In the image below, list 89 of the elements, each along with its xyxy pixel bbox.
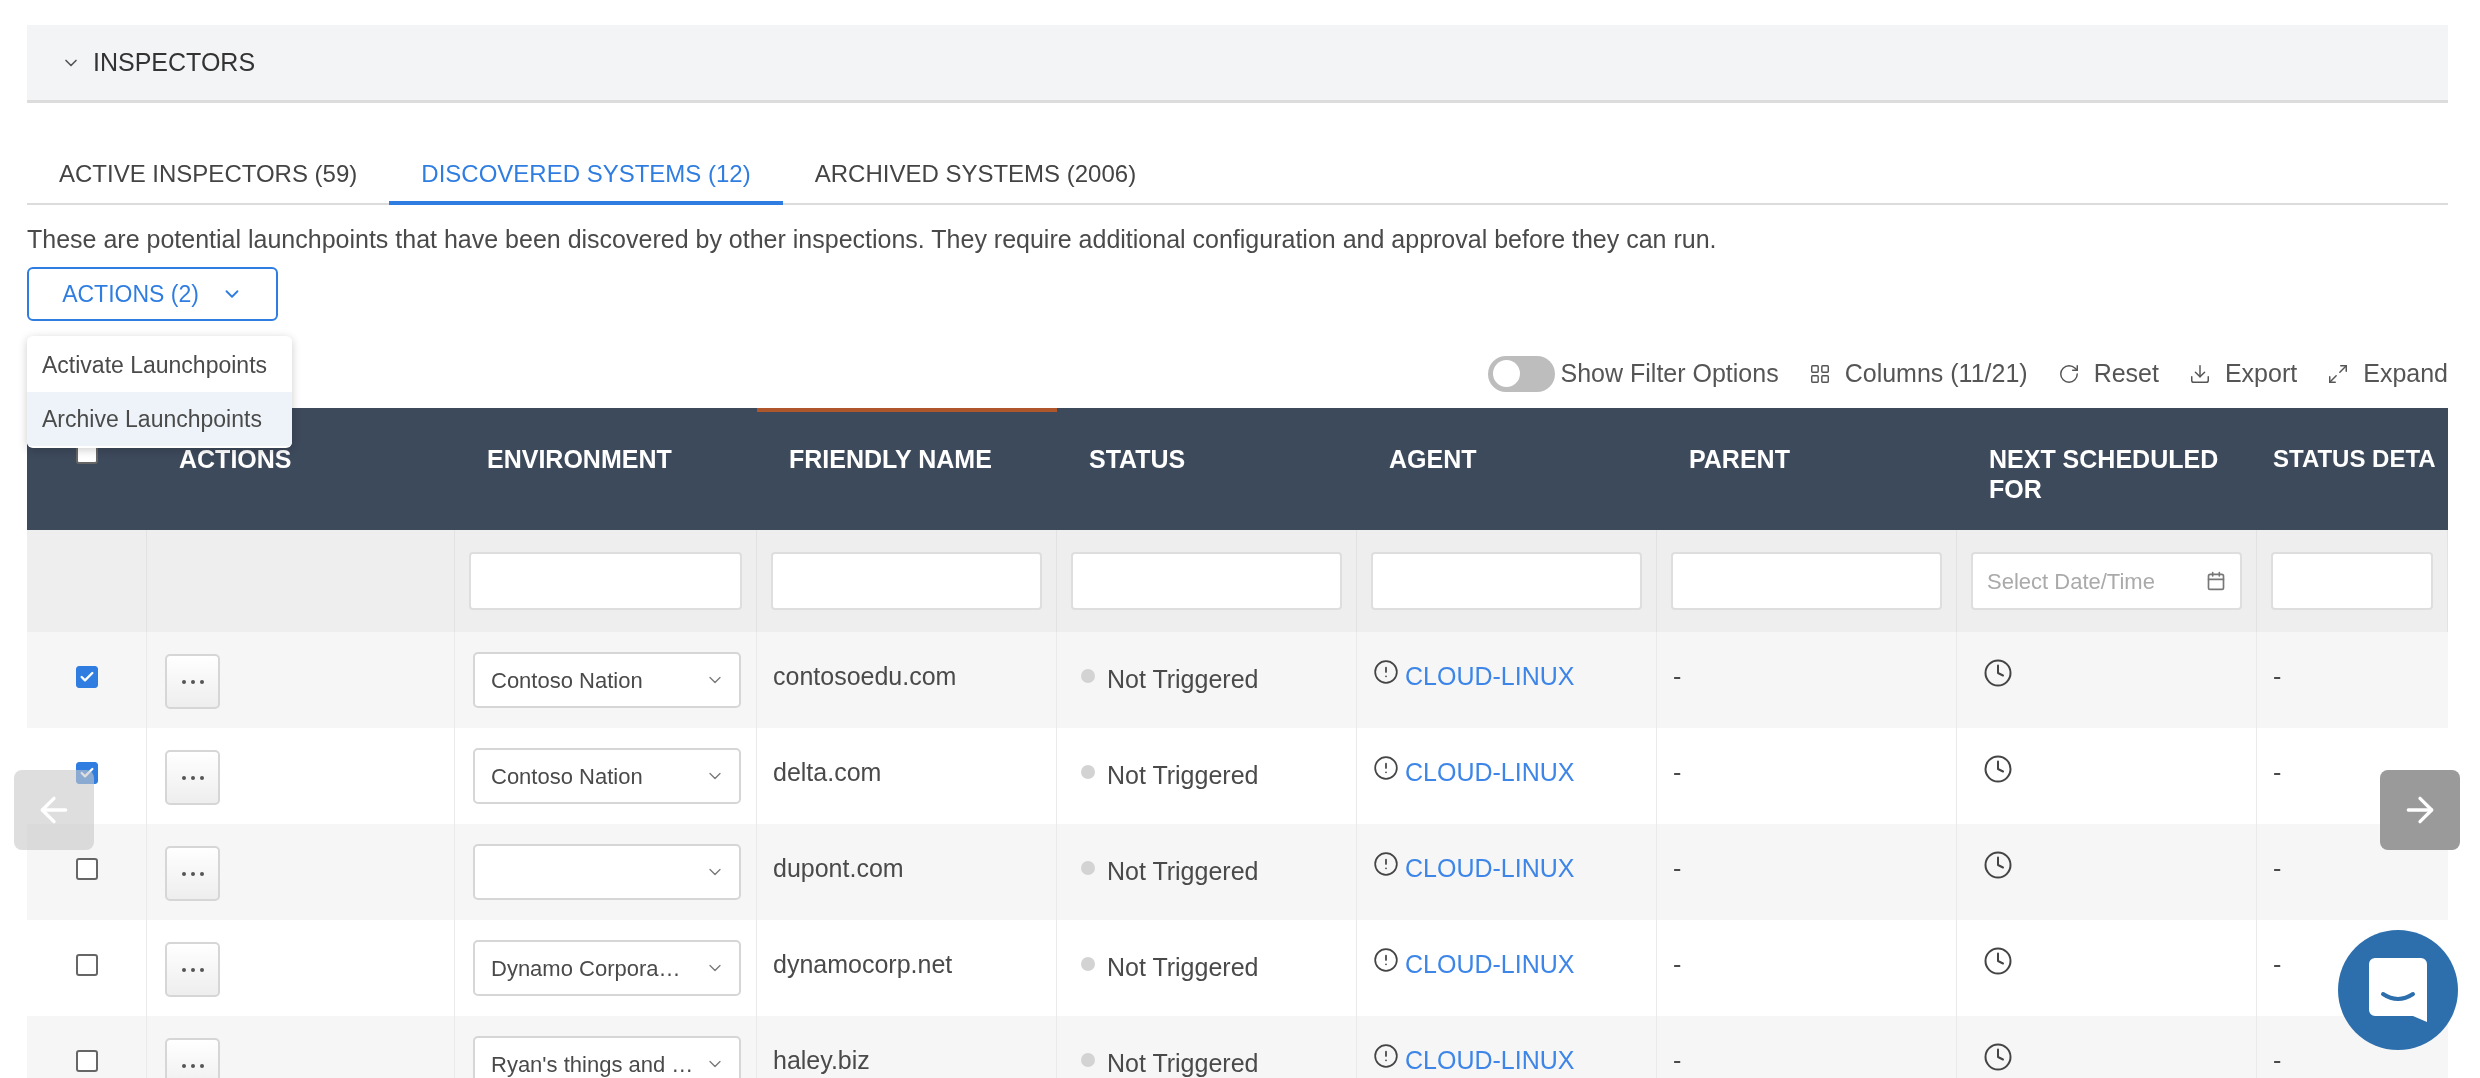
parent-text: - <box>1673 854 1682 882</box>
date-field[interactable]: Select Date/Time <box>1971 552 2242 610</box>
scroll-left-button[interactable] <box>14 770 94 850</box>
status-details-text: - <box>2273 854 2282 882</box>
more-button[interactable] <box>165 942 220 997</box>
ellipsis-icon <box>181 679 204 684</box>
checkbox[interactable] <box>75 762 98 784</box>
alert-icon <box>1373 755 1399 781</box>
chat-icon <box>2369 958 2427 1022</box>
calendar-icon <box>2206 571 2226 591</box>
status-details-text: - <box>2273 950 2282 978</box>
ellipsis-icon <box>181 1063 204 1068</box>
column-header[interactable]: PARENT <box>1657 408 1957 530</box>
description-text: These are potential launchpoints that have been discovered by other inspections. They require additional configuration and approval before they can run. <box>27 224 1718 255</box>
toggle-label: Show Filter Options <box>1560 358 1779 389</box>
status-text: Not Triggered <box>1107 856 1259 887</box>
environment-select[interactable] <box>473 844 741 900</box>
environment-select[interactable]: Contoso Nation <box>473 652 741 708</box>
clock-icon <box>1983 658 2013 688</box>
section-header[interactable]: INSPECTORS <box>27 25 2448 103</box>
columns-button[interactable]: Columns (11/21) <box>1808 355 2028 393</box>
filter-field[interactable] <box>2271 552 2433 610</box>
more-button[interactable] <box>165 846 220 901</box>
ellipsis-icon <box>181 967 204 972</box>
tab[interactable]: DISCOVERED SYSTEMS (12) <box>389 147 783 205</box>
status-text: Not Triggered <box>1107 952 1259 983</box>
filter-field[interactable] <box>1071 552 1342 610</box>
ellipsis-icon <box>181 871 204 876</box>
column-header[interactable]: ENVIRONMENT <box>455 408 757 530</box>
reset-button[interactable]: Reset <box>2057 355 2159 393</box>
filter-field[interactable] <box>1671 552 1942 610</box>
expand-icon <box>2327 362 2350 385</box>
friendly-name: contosoedu.com <box>773 662 957 690</box>
column-header[interactable]: NEXT SCHEDULED FOR <box>1957 408 2257 530</box>
status-text: Not Triggered <box>1107 1048 1259 1078</box>
export-button[interactable]: Export <box>2188 355 2298 393</box>
status-text: Not Triggered <box>1107 760 1259 791</box>
filter-field[interactable] <box>1371 552 1642 610</box>
clock-icon <box>1983 946 2013 976</box>
status-details-text: - <box>2273 758 2282 786</box>
friendly-name: dupont.com <box>773 854 904 882</box>
export-icon <box>2188 362 2211 385</box>
tab[interactable]: ACTIVE INSPECTORS (59) <box>27 147 390 205</box>
parent-text: - <box>1673 1046 1682 1074</box>
alert-icon <box>1373 659 1399 685</box>
tab[interactable]: ARCHIVED SYSTEMS (2006) <box>782 147 1169 205</box>
reset-icon <box>2057 362 2080 385</box>
checkbox[interactable] <box>75 954 98 976</box>
agent-link[interactable]: CLOUD-LINUX <box>1405 946 1575 984</box>
environment-select[interactable]: Dynamo Corpora… <box>473 940 741 996</box>
environment-select[interactable]: Contoso Nation <box>473 748 741 804</box>
clock-icon <box>1983 850 2013 880</box>
expand-button[interactable]: Expand <box>2327 355 2448 393</box>
friendly-name: dynamocorp.net <box>773 950 953 978</box>
friendly-name: delta.com <box>773 758 882 786</box>
column-header[interactable]: STATUS DETA <box>2257 408 2448 530</box>
filter-toggle[interactable] <box>1487 355 1555 392</box>
more-button[interactable] <box>165 654 220 709</box>
date-input[interactable]: Select Date/Time <box>1987 564 2206 598</box>
parent-text: - <box>1673 662 1682 690</box>
columns-icon <box>1808 362 1831 385</box>
alert-icon <box>1373 1043 1399 1069</box>
filter-field[interactable] <box>469 552 742 610</box>
clock-icon <box>1983 754 2013 784</box>
checkbox[interactable] <box>75 1050 98 1072</box>
actions-button[interactable]: ACTIONS (2) <box>27 267 278 321</box>
parent-text: - <box>1673 950 1682 978</box>
checkbox[interactable] <box>75 666 98 688</box>
environment-select[interactable]: Ryan's things and … <box>473 1036 741 1078</box>
status-details-text: - <box>2273 662 2282 690</box>
column-header[interactable]: AGENT <box>1357 408 1657 530</box>
parent-text: - <box>1673 758 1682 786</box>
section-title: INSPECTORS <box>93 46 256 78</box>
more-button[interactable] <box>165 750 220 805</box>
clock-icon <box>1983 1042 2013 1072</box>
scroll-right-button[interactable] <box>2380 770 2460 850</box>
more-button[interactable] <box>165 1038 220 1078</box>
filter-field[interactable] <box>771 552 1042 610</box>
status-text: Not Triggered <box>1107 664 1259 695</box>
menu-item[interactable]: Activate Launchpoints <box>27 338 292 392</box>
column-header[interactable]: STATUS <box>1057 408 1357 530</box>
agent-link[interactable]: CLOUD-LINUX <box>1405 754 1575 792</box>
alert-icon <box>1373 947 1399 973</box>
menu-item[interactable]: Archive Launchpoints <box>27 392 292 446</box>
friendly-name: haley.biz <box>773 1046 870 1074</box>
ellipsis-icon <box>181 775 204 780</box>
alert-icon <box>1373 851 1399 877</box>
status-details-text: - <box>2273 1046 2282 1074</box>
checkbox[interactable] <box>75 858 98 880</box>
